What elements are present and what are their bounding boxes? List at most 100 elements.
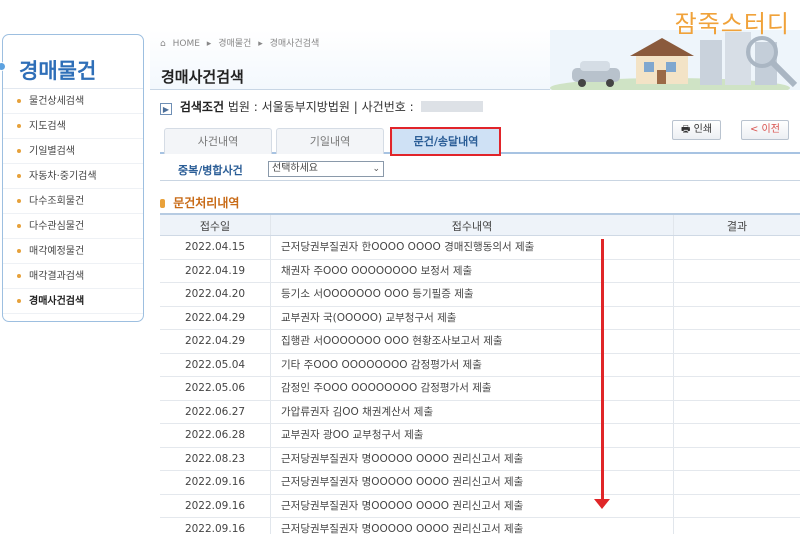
row-result bbox=[673, 447, 800, 470]
row-description: 교부권자 광OO 교부청구서 제출 bbox=[270, 424, 673, 447]
row-description: 근저당권부질권자 명OOOOO OOOO 권리신고서 제출 bbox=[270, 447, 673, 470]
sidebar-item-date-search[interactable]: 기일별검색 bbox=[3, 139, 143, 164]
table-header: 접수일 접수내역 결과 bbox=[160, 213, 800, 236]
breadcrumb: ⌂ HOME ▸ 경매물건 ▸ 경매사건검색 bbox=[160, 36, 323, 49]
search-condition: ▶ 검색조건 법원 : 서울동부지방법원 | 사건번호 : bbox=[160, 98, 484, 118]
table-row: 2022.04.29 교부권자 국(OOOOO) 교부청구서 제출 bbox=[160, 306, 800, 330]
merge-case-row: 중복/병합사건 선택하세요 ⌄ bbox=[160, 157, 800, 181]
merge-case-select-value: 선택하세요 bbox=[272, 163, 318, 174]
row-description: 근저당권부질권자 명OOOOO OOOO 권리신고서 제출 bbox=[270, 494, 673, 517]
row-date: 2022.04.29 bbox=[184, 311, 246, 324]
page-title: 경매사건검색 bbox=[161, 68, 244, 86]
table-row: 2022.09.16 근저당권부질권자 명OOOOO OOOO 권리신고서 제출 bbox=[160, 471, 800, 495]
section-heading: 문건처리내역 bbox=[160, 194, 239, 211]
page-header: ⌂ HOME ▸ 경매물건 ▸ 경매사건검색 경매사건검색 bbox=[150, 30, 800, 90]
sidebar-item-map-search[interactable]: 지도검색 bbox=[3, 114, 143, 139]
sidebar-item-most-watched[interactable]: 다수관심물건 bbox=[3, 214, 143, 239]
triangle-right-icon: ▶ bbox=[160, 103, 172, 115]
sidebar-item-most-viewed[interactable]: 다수조회물건 bbox=[3, 189, 143, 214]
row-description: 근저당권부질권자 명OOOOO OOOO 권리신고서 제출 bbox=[270, 518, 673, 534]
table-row: 2022.09.16 근저당권부질권자 명OOOOO OOOO 권리신고서 제출 bbox=[160, 494, 800, 518]
tab-case-details[interactable]: 사건내역 bbox=[164, 128, 272, 154]
table-row: 2022.05.06 감정인 주OOO OOOOOOOO 감정평가서 제출 bbox=[160, 377, 800, 401]
sidebar-item-case-search[interactable]: 경매사건검색 bbox=[3, 289, 143, 314]
table-row: 2022.05.04 기타 주OOO OOOOOOOO 감정평가서 제출 bbox=[160, 353, 800, 377]
separator: | bbox=[353, 100, 358, 114]
row-description: 집행관 서OOOOOOO OOO 현황조사보고서 제출 bbox=[270, 330, 673, 353]
sidebar-title-box: 경매물건 bbox=[0, 35, 143, 89]
row-description: 채권자 주OOO OOOOOOOO 보정서 제출 bbox=[270, 259, 673, 282]
row-result bbox=[673, 424, 800, 447]
table-row: 2022.04.20 등기소 서OOOOOOO OOO 등기필증 제출 bbox=[160, 283, 800, 307]
row-date: 2022.08.23 bbox=[184, 452, 246, 465]
document-table: 접수일 접수내역 결과 2022.04.15 근저당권부질권자 한OOOO OO… bbox=[160, 213, 800, 534]
row-description: 등기소 서OOOOOOO OOO 등기필증 제출 bbox=[270, 283, 673, 306]
table-row: 2022.06.27 가압류권자 김OO 채권계산서 제출 bbox=[160, 400, 800, 424]
table-row: 2022.04.19 채권자 주OOO OOOOOOOO 보정서 제출 bbox=[160, 259, 800, 283]
breadcrumb-home[interactable]: HOME bbox=[173, 39, 200, 49]
row-description: 감정인 주OOO OOOOOOOO 감정평가서 제출 bbox=[270, 377, 673, 400]
breadcrumb-category[interactable]: 경매물건 bbox=[218, 39, 251, 49]
breadcrumb-current: 경매사건검색 bbox=[269, 39, 320, 49]
table-row: 2022.04.15 근저당권부질권자 한OOOO OOOO 경매진행동의서 제… bbox=[160, 236, 800, 260]
section-bullet-icon bbox=[160, 199, 165, 208]
row-result bbox=[673, 377, 800, 400]
tab-highlight-box bbox=[390, 127, 501, 156]
table-row: 2022.08.23 근저당권부질권자 명OOOOO OOOO 권리신고서 제출 bbox=[160, 447, 800, 471]
row-date: 2022.04.15 bbox=[184, 241, 246, 253]
chevron-down-icon: ⌄ bbox=[372, 164, 380, 174]
row-date: 2022.04.20 bbox=[184, 288, 246, 300]
row-date: 2022.04.29 bbox=[184, 335, 246, 347]
breadcrumb-arrow-icon: ▸ bbox=[206, 39, 212, 49]
row-description: 가압류권자 김OO 채권계산서 제출 bbox=[270, 400, 673, 423]
court-label: 법원 : 서울동부지방법원 bbox=[227, 100, 350, 114]
sidebar-bullet-icon bbox=[0, 62, 6, 71]
tab-schedule[interactable]: 기일내역 bbox=[276, 128, 384, 154]
sidebar-item-upcoming-sale[interactable]: 매각예정물건 bbox=[3, 239, 143, 264]
row-result bbox=[673, 236, 800, 259]
row-date: 2022.09.16 bbox=[184, 476, 246, 488]
sidebar-item-sale-results[interactable]: 매각결과검색 bbox=[3, 264, 143, 289]
merge-case-label: 중복/병합사건 bbox=[178, 164, 243, 177]
table-row: 2022.09.16 근저당권부질권자 명OOOOO OOOO 권리신고서 제출 bbox=[160, 518, 800, 534]
row-result bbox=[673, 471, 800, 494]
red-arrow-line bbox=[601, 239, 604, 501]
row-result bbox=[673, 330, 800, 353]
row-date: 2022.05.04 bbox=[184, 358, 246, 371]
row-date: 2022.06.27 bbox=[184, 405, 246, 418]
table-row: 2022.06.28 교부권자 광OO 교부청구서 제출 bbox=[160, 424, 800, 448]
row-description: 교부권자 국(OOOOO) 교부청구서 제출 bbox=[270, 306, 673, 329]
breadcrumb-arrow-icon: ▸ bbox=[258, 39, 263, 49]
row-result bbox=[673, 400, 800, 423]
sidebar-item-detail-search[interactable]: 물건상세검색 bbox=[3, 89, 143, 114]
header-result: 결과 bbox=[673, 215, 800, 235]
row-description: 근저당권부질권자 한OOOO OOOO 경매진행동의서 제출 bbox=[270, 236, 673, 259]
row-date: 2022.06.28 bbox=[184, 429, 246, 441]
row-result bbox=[673, 353, 800, 376]
header-description: 접수내역 bbox=[270, 215, 673, 235]
home-icon: ⌂ bbox=[160, 39, 166, 49]
row-date: 2022.09.16 bbox=[184, 499, 246, 512]
sidebar: 경매물건 물건상세검색 지도검색 기일별검색 자동차·중기검색 다수조회물건 다… bbox=[0, 34, 144, 322]
row-date: 2022.05.06 bbox=[184, 382, 246, 394]
arrow-down-icon bbox=[594, 499, 610, 509]
header-date: 접수일 bbox=[199, 220, 231, 233]
row-result bbox=[673, 306, 800, 329]
sidebar-title: 경매물건 bbox=[19, 59, 97, 83]
sidebar-menu: 물건상세검색 지도검색 기일별검색 자동차·중기검색 다수조회물건 다수관심물건… bbox=[3, 89, 143, 314]
case-number-label: 사건번호 : bbox=[361, 100, 414, 114]
watermark-text: 잠죽스터디 bbox=[674, 10, 790, 38]
house-car-illustration bbox=[550, 30, 800, 90]
row-description: 기타 주OOO OOOOOOOO 감정평가서 제출 bbox=[270, 353, 673, 376]
masked-case-number bbox=[421, 101, 484, 112]
merge-case-select[interactable]: 선택하세요 ⌄ bbox=[268, 161, 384, 177]
row-result bbox=[673, 494, 800, 517]
row-date: 2022.09.16 bbox=[184, 523, 246, 534]
row-description: 근저당권부질권자 명OOOOO OOOO 권리신고서 제출 bbox=[270, 471, 673, 494]
row-date: 2022.04.19 bbox=[184, 264, 246, 277]
row-result bbox=[673, 518, 800, 534]
section-title: 문건처리내역 bbox=[173, 196, 240, 210]
sidebar-item-vehicle-search[interactable]: 자동차·중기검색 bbox=[3, 164, 143, 189]
search-condition-label: 검색조건 bbox=[179, 100, 224, 114]
row-result bbox=[673, 259, 800, 282]
